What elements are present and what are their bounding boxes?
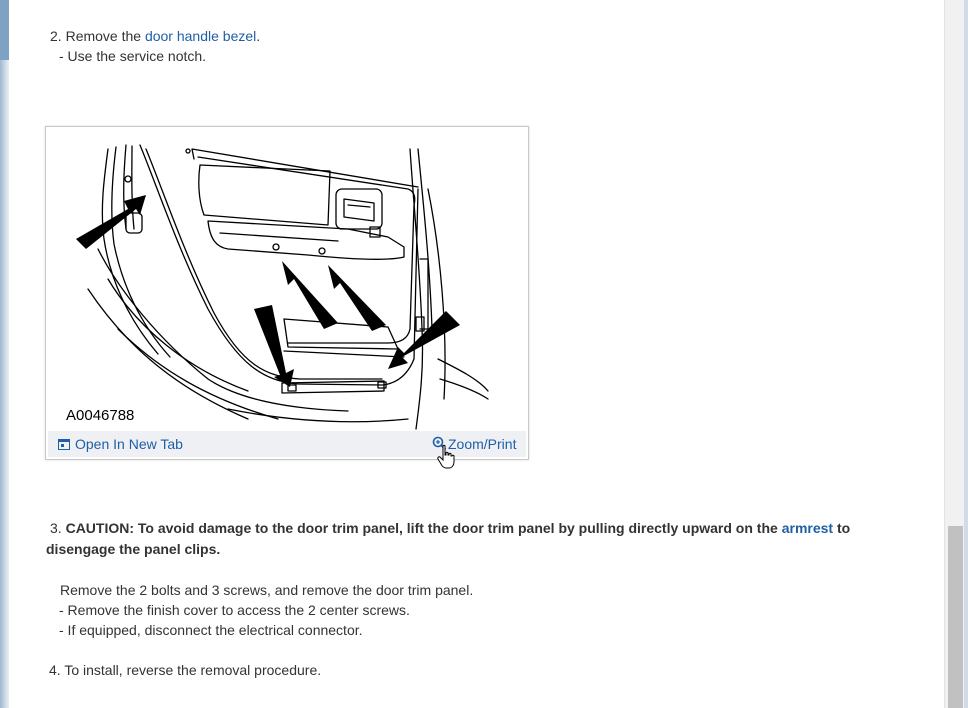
step-3-substep-2: - If equipped, disconnect the electrical… [59,622,363,638]
hand-cursor-icon [437,444,455,473]
figure-panel: A0046788 Open In New Tab Zoom/Print [45,126,529,460]
armrest-link[interactable]: armrest [782,520,833,536]
step-2-number: 2. [50,28,62,44]
step-4-number: 4. [49,662,61,678]
step-3-caution: 3. CAUTION: To avoid damage to the door … [46,518,916,560]
step-4-text: To install, reverse the removal procedur… [64,662,322,678]
step-4: 4. To install, reverse the removal proce… [49,661,321,679]
caution-text-1: To avoid damage to the door trim panel, … [137,520,778,536]
step-3-number: 3. [50,520,62,536]
door-diagram-svg [76,144,489,430]
step-3-substep-1: - Remove the finish cover to access the … [59,602,410,618]
zoom-print-label: Zoom/Print [448,436,517,452]
door-trim-illustration[interactable]: A0046788 [48,129,526,431]
step-2: 2. Remove the door handle bezel. [50,27,260,45]
step-2-text: Remove the [65,28,142,44]
image-label: A0046788 [66,407,135,424]
step-2-substep: - Use the service notch. [59,48,207,64]
scrollbar-thumb[interactable] [948,526,963,708]
open-in-new-tab-button[interactable]: Open In New Tab [58,436,183,453]
procedure-content: 2. Remove the door handle bezel. - Use t… [0,0,944,708]
door-handle-bezel-link[interactable]: door handle bezel [145,28,256,44]
window-right-edge [964,0,968,708]
new-tab-icon [58,437,70,453]
caution-label: CAUTION: [65,520,135,536]
open-in-new-tab-label: Open In New Tab [75,436,183,452]
step-3-instruction: Remove the 2 bolts and 3 screws, and rem… [60,582,474,598]
step-2-period: . [256,28,261,44]
